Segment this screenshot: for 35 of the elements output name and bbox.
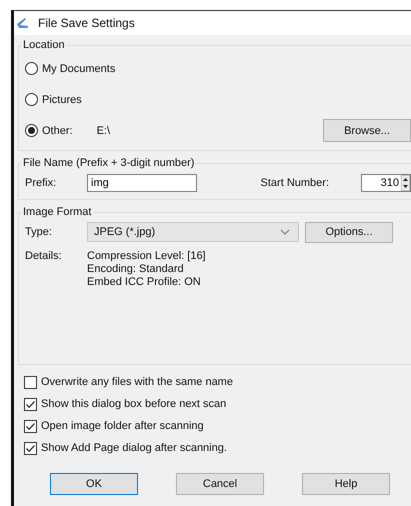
group-title: Location bbox=[22, 39, 66, 51]
checkbox-label: Open image folder after scanning bbox=[41, 420, 204, 432]
start-number-spinner[interactable]: 310 bbox=[361, 174, 411, 192]
window-title: File Save Settings bbox=[38, 16, 135, 30]
prefix-field[interactable]: img bbox=[87, 174, 197, 192]
radio-button[interactable] bbox=[25, 62, 38, 75]
start-number-label: Start Number: bbox=[260, 177, 329, 189]
checkbox[interactable] bbox=[24, 442, 37, 454]
radio-label: My Documents bbox=[42, 62, 116, 74]
checkbox[interactable] bbox=[24, 420, 37, 432]
type-dropdown[interactable]: JPEG (*.jpg) bbox=[87, 222, 299, 242]
radio-button[interactable] bbox=[25, 124, 38, 137]
radio-button[interactable] bbox=[25, 93, 38, 106]
radio-label: Other: bbox=[42, 124, 73, 136]
path-value: E:\ bbox=[96, 124, 110, 136]
type-label: Type: bbox=[25, 226, 53, 238]
dialog-button[interactable]: Cancel bbox=[176, 473, 264, 495]
chevron-down-icon bbox=[280, 229, 290, 235]
detail-text: Compression Level: [16] bbox=[87, 250, 206, 263]
checkbox-label: Show this dialog box before next scan bbox=[41, 398, 226, 410]
prefix-label: Prefix: bbox=[25, 177, 58, 189]
options-button[interactable]: Options... bbox=[305, 222, 393, 242]
checkbox[interactable] bbox=[24, 398, 37, 410]
group-title: Image Format bbox=[22, 206, 92, 218]
dialog-button[interactable]: OK bbox=[50, 473, 138, 495]
detail-text: Embed ICC Profile: ON bbox=[87, 276, 202, 289]
checkbox[interactable] bbox=[24, 376, 37, 388]
checkbox-label: Show Add Page dialog after scanning. bbox=[41, 442, 227, 454]
detail-text: Encoding: Standard bbox=[87, 263, 185, 276]
radio-label: Pictures bbox=[42, 94, 82, 106]
group-title: File Name (Prefix + 3-digit number) bbox=[22, 157, 196, 169]
dialog-button[interactable]: Help bbox=[302, 473, 390, 495]
checkbox-label: Overwrite any files with the same name bbox=[41, 376, 233, 388]
browse-button[interactable]: Browse... bbox=[323, 119, 411, 142]
details-label: Details: bbox=[25, 250, 63, 264]
